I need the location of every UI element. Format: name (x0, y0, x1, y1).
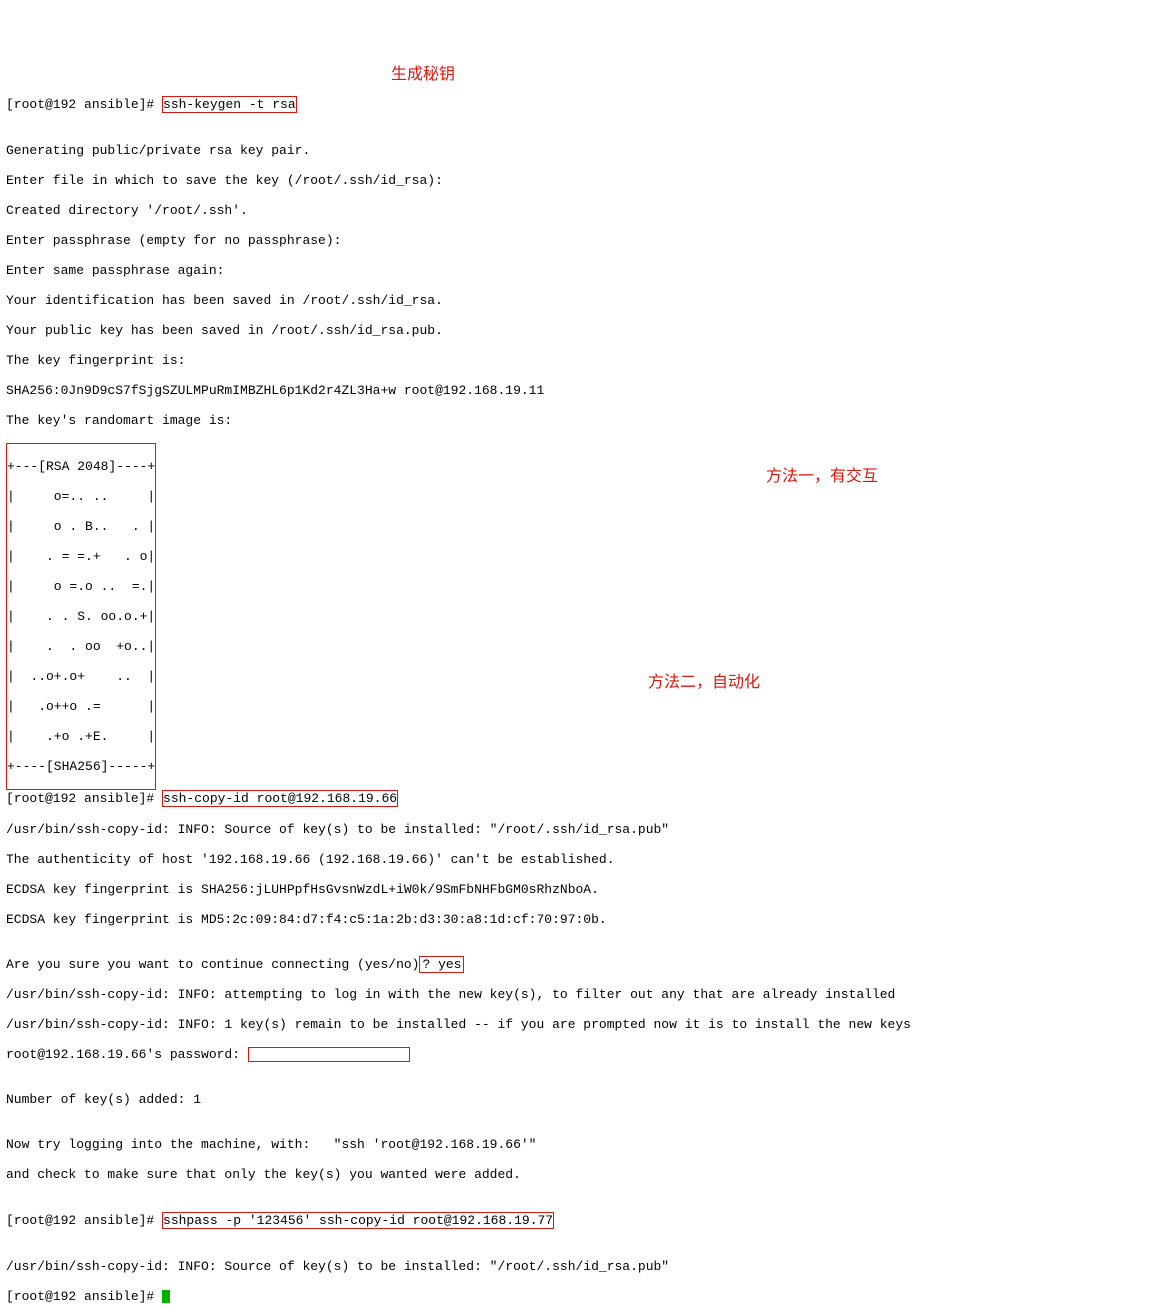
prompt-line-1: [root@192 ansible]# ssh-keygen -t rsa (6, 96, 1160, 113)
password-prompt: root@192.168.19.66's password: (6, 1047, 248, 1062)
randomart-line: +---[RSA 2048]----+ (7, 459, 155, 474)
output-line: ECDSA key fingerprint is MD5:2c:09:84:d7… (6, 912, 1160, 927)
output-line: Number of key(s) added: 1 (6, 1092, 1160, 1107)
output-line: ECDSA key fingerprint is SHA256:jLUHPpfH… (6, 882, 1160, 897)
output-line: Enter file in which to save the key (/ro… (6, 173, 1160, 188)
output-line: /usr/bin/ssh-copy-id: INFO: Source of ke… (6, 1259, 1160, 1274)
confirm-line: Are you sure you want to continue connec… (6, 957, 1160, 972)
randomart-line: | . . oo +o..| (7, 639, 155, 654)
annotation-method-1: 方法一，有交互 (766, 469, 878, 484)
randomart-line: | .+o .+E. | (7, 729, 155, 744)
output-line: SHA256:0Jn9D9cS7fSjgSZULMPuRmIMBZHL6p1Kd… (6, 383, 1160, 398)
randomart-line: | o . B.. . | (7, 519, 155, 534)
output-line: Your identification has been saved in /r… (6, 293, 1160, 308)
confirm-yes-box: ? yes (419, 956, 464, 973)
output-line: The key fingerprint is: (6, 353, 1160, 368)
output-line: /usr/bin/ssh-copy-id: INFO: attempting t… (6, 987, 1160, 1002)
output-line: /usr/bin/ssh-copy-id: INFO: Source of ke… (6, 822, 1160, 837)
output-line: Created directory '/root/.ssh'. (6, 203, 1160, 218)
password-input-box[interactable] (248, 1047, 410, 1062)
shell-prompt: [root@192 ansible]# (6, 791, 162, 806)
randomart-line: +----[SHA256]-----+ (7, 759, 155, 774)
randomart-line: | .o++o .= | (7, 699, 155, 714)
output-line: and check to make sure that only the key… (6, 1167, 1160, 1182)
shell-prompt: [root@192 ansible]# (6, 1289, 162, 1304)
randomart-line: | o =.o .. =.| (7, 579, 155, 594)
output-line: Now try logging into the machine, with: … (6, 1137, 1160, 1152)
annotation-method-2: 方法二，自动化 (648, 675, 760, 690)
randomart-line: | . = =.+ . o| (7, 549, 155, 564)
randomart-line: | . . S. oo.o.+| (7, 609, 155, 624)
randomart-line: | o=.. .. | (7, 489, 155, 504)
password-line: root@192.168.19.66's password: (6, 1047, 1160, 1062)
shell-prompt: [root@192 ansible]# (6, 97, 162, 112)
randomart-line: | ..o+.o+ .. | (7, 669, 155, 684)
randomart-box: +---[RSA 2048]----+ | o=.. .. | | o . B.… (6, 443, 156, 790)
output-line: Your public key has been saved in /root/… (6, 323, 1160, 338)
prompt-line-3: [root@192 ansible]# sshpass -p '123456' … (6, 1212, 1160, 1229)
prompt-line-2: [root@192 ansible]# ssh-copy-id root@192… (6, 790, 1160, 807)
output-line: The key's randomart image is: (6, 413, 1160, 428)
shell-prompt: [root@192 ansible]# (6, 1213, 162, 1228)
annotation-gen-key: 生成秘钥 (391, 67, 455, 82)
output-line: /usr/bin/ssh-copy-id: INFO: 1 key(s) rem… (6, 1017, 1160, 1032)
output-line: Generating public/private rsa key pair. (6, 143, 1160, 158)
cursor-icon[interactable] (162, 1290, 170, 1303)
cmd-sshpass[interactable]: sshpass -p '123456' ssh-copy-id root@192… (162, 1212, 554, 1229)
prompt-line-4: [root@192 ansible]# (6, 1289, 1160, 1304)
output-line: The authenticity of host '192.168.19.66 … (6, 852, 1160, 867)
cmd-ssh-keygen[interactable]: ssh-keygen -t rsa (162, 96, 297, 113)
cmd-ssh-copy-id-1[interactable]: ssh-copy-id root@192.168.19.66 (162, 790, 398, 807)
output-line: Enter same passphrase again: (6, 263, 1160, 278)
output-line: Enter passphrase (empty for no passphras… (6, 233, 1160, 248)
